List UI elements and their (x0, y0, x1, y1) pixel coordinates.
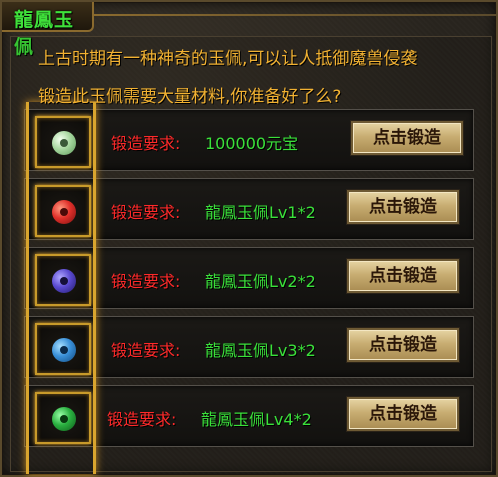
forge-button-5[interactable]: 点击锻造 (347, 397, 459, 431)
forge-row-3: 锻造要求: 龍鳳玉佩Lv2*2 点击锻造 (24, 247, 474, 309)
title-tab: 龍鳳玉佩 (2, 2, 94, 58)
intro-line-1: 上古时期有一种神奇的玉佩,可以让人抵御魔兽侵袭 (38, 49, 418, 69)
forge-button-2[interactable]: 点击锻造 (347, 190, 459, 224)
item-slot-4[interactable] (35, 323, 91, 375)
forge-row-4: 锻造要求: 龍鳳玉佩Lv3*2 点击锻造 (24, 316, 474, 378)
jade-disc-icon (52, 131, 76, 155)
requirement-value: 龍鳳玉佩Lv1*2 (205, 203, 316, 222)
forge-panel: 龍鳳玉佩 上古时期有一种神奇的玉佩,可以让人抵御魔兽侵袭 锻造此玉佩需要大量材料… (0, 0, 498, 477)
requirement-label: 锻造要求: (111, 134, 181, 153)
forge-row-2: 锻造要求: 龍鳳玉佩Lv1*2 点击锻造 (24, 178, 474, 240)
blue-jade-pendant-icon (52, 338, 76, 362)
item-slot-2[interactable] (35, 185, 91, 237)
forge-button-4[interactable]: 点击锻造 (347, 328, 459, 362)
requirement-label: 锻造要求: (111, 203, 181, 222)
requirement-value: 龍鳳玉佩Lv3*2 (205, 341, 316, 360)
requirement-value: 100000元宝 (205, 134, 299, 153)
requirement-label: 锻造要求: (111, 272, 181, 291)
purple-jade-pendant-icon (52, 269, 76, 293)
forge-row-1: 锻造要求: 100000元宝 点击锻造 (24, 109, 474, 171)
red-jade-pendant-icon (52, 200, 76, 224)
green-jade-pendant-icon (52, 407, 76, 431)
requirement-value: 龍鳳玉佩Lv2*2 (205, 272, 316, 291)
item-slot-3[interactable] (35, 254, 91, 306)
requirement-label: 锻造要求: (111, 341, 181, 360)
requirement-label: 锻造要求: (107, 410, 177, 429)
item-slot-5[interactable] (35, 392, 91, 444)
forge-button-1[interactable]: 点击锻造 (351, 121, 463, 155)
intro-line-2: 锻造此玉佩需要大量材料,你准备好了么? (38, 87, 342, 107)
requirement-value: 龍鳳玉佩Lv4*2 (201, 410, 312, 429)
title-divider (94, 14, 496, 16)
item-slot-1[interactable] (35, 116, 91, 168)
forge-button-3[interactable]: 点击锻造 (347, 259, 459, 293)
forge-row-5: 锻造要求: 龍鳳玉佩Lv4*2 点击锻造 (24, 385, 474, 447)
